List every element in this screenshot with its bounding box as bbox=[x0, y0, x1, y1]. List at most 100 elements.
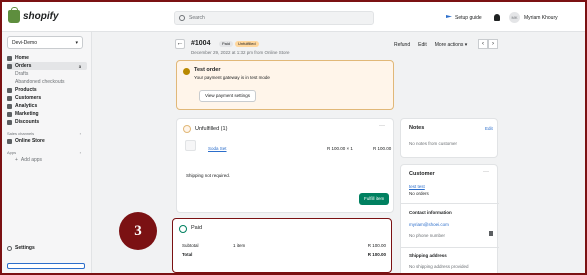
chevron-down-icon: ▾ bbox=[464, 42, 468, 48]
previous-order-button[interactable]: ‹ bbox=[478, 39, 488, 49]
notes-text: No notes from customer bbox=[409, 141, 458, 146]
setup-guide-label: Setup guide bbox=[455, 15, 482, 21]
next-order-button[interactable]: › bbox=[488, 39, 498, 49]
unfulfilled-card: Unfulfilled (1) ··· Soda Set R 100.00 × … bbox=[176, 118, 394, 213]
paid-title: Paid bbox=[191, 225, 203, 231]
status-badge-paid: Paid bbox=[219, 41, 234, 47]
shipping-address-title: Shipping address bbox=[409, 253, 447, 258]
shipping-address-text: No shipping address provided bbox=[409, 264, 469, 269]
more-actions-label: More actions bbox=[434, 42, 464, 48]
copy-icon[interactable] bbox=[489, 231, 493, 236]
search-input[interactable]: Search bbox=[174, 11, 374, 25]
fulfill-item-button[interactable]: Fulfill item bbox=[359, 193, 390, 205]
bar-chart-icon bbox=[7, 103, 12, 109]
sidebar-item-label: Add apps bbox=[20, 157, 43, 163]
chevron-right-icon: › bbox=[79, 131, 81, 136]
test-order-banner: Test order Your payment gateway is in te… bbox=[176, 60, 394, 110]
view-payment-settings-button[interactable]: View payment settings bbox=[199, 90, 256, 102]
sidebar-item-label: Analytics bbox=[15, 103, 38, 109]
test-order-title: Test order bbox=[194, 67, 221, 73]
gear-icon bbox=[7, 245, 12, 251]
subtotal-items: 1 item bbox=[233, 243, 246, 248]
notes-card: Notes Edit No notes from customer bbox=[400, 118, 498, 158]
order-pager: ‹ › bbox=[478, 39, 498, 49]
more-actions-button[interactable]: More actions ▾ bbox=[435, 42, 468, 48]
page-title: #1004 bbox=[191, 40, 211, 47]
edit-button[interactable]: Edit bbox=[418, 42, 427, 48]
shopify-logo[interactable]: shopify bbox=[8, 7, 59, 23]
header-actions: Refund Edit More actions ▾ bbox=[394, 42, 467, 48]
chevron-right-icon: › bbox=[79, 150, 81, 155]
sidebar-item-marketing[interactable]: Marketing bbox=[7, 110, 87, 118]
section-label: Sales channels bbox=[7, 131, 35, 136]
chevron-down-icon: ▾ bbox=[75, 39, 78, 46]
avatar[interactable]: MK bbox=[509, 12, 520, 23]
sidebar-item-label: Settings bbox=[15, 245, 35, 251]
store-name: Devi-Demo bbox=[12, 39, 38, 46]
sales-channels-header[interactable]: Sales channels › bbox=[7, 130, 87, 137]
plus-icon: + bbox=[15, 157, 18, 163]
user-name[interactable]: Myriam Khoury bbox=[524, 15, 558, 21]
store-selector[interactable]: Devi-Demo ▾ bbox=[7, 36, 83, 49]
apps-header[interactable]: Apps › bbox=[7, 149, 87, 156]
subtotal-label: Subtotal bbox=[182, 243, 199, 248]
order-header: ← #1004 Paid Unfulfilled December 29, 20… bbox=[172, 37, 502, 61]
section-label: Apps bbox=[7, 150, 17, 155]
sidebar-item-label: Orders bbox=[15, 63, 32, 69]
flag-icon bbox=[446, 15, 452, 18]
sidebar-item-label: Home bbox=[15, 55, 29, 61]
sidebar-item-online-store[interactable]: Online Store bbox=[7, 137, 87, 145]
subtotal-value: R 100.00 bbox=[367, 243, 386, 248]
chevron-left-icon: ‹ bbox=[482, 41, 484, 47]
more-options-icon[interactable]: ··· bbox=[483, 169, 489, 175]
status-badge-unfulfilled: Unfulfilled bbox=[235, 41, 259, 47]
step-number-marker: 3 bbox=[119, 212, 157, 250]
paid-card: Paid Subtotal 1 item R 100.00 Total R 10… bbox=[172, 218, 392, 273]
unfulfilled-icon bbox=[183, 125, 191, 133]
sidebar-item-label: Marketing bbox=[15, 111, 39, 117]
product-line-total: R 100.00 bbox=[373, 146, 392, 151]
customer-name-link[interactable]: test test bbox=[409, 184, 425, 189]
test-order-description: Your payment gateway is in test mode bbox=[194, 75, 270, 80]
setup-guide-button[interactable]: Setup guide bbox=[446, 15, 482, 21]
sidebar-item-orders[interactable]: Orders 3 bbox=[7, 62, 87, 70]
sidebar-item-label: Discounts bbox=[15, 119, 40, 125]
target-icon bbox=[7, 111, 12, 117]
orders-count-badge: 3 bbox=[78, 63, 81, 69]
notes-edit-link[interactable]: Edit bbox=[485, 126, 493, 131]
sidebar-item-products[interactable]: Products bbox=[7, 86, 87, 94]
sidebar-item-add-apps[interactable]: + Add apps bbox=[7, 156, 87, 164]
notes-title: Notes bbox=[409, 125, 425, 131]
bell-icon[interactable] bbox=[494, 14, 500, 21]
home-icon bbox=[7, 55, 12, 61]
shipping-note: Shipping not required. bbox=[186, 173, 231, 178]
sidebar-item-customers[interactable]: Customers bbox=[7, 94, 87, 102]
customer-email-link[interactable]: myriam@shoei.com bbox=[409, 222, 449, 227]
total-label: Total bbox=[182, 252, 193, 257]
search-placeholder: Search bbox=[189, 15, 205, 21]
warning-icon bbox=[183, 68, 190, 75]
sidebar-item-analytics[interactable]: Analytics bbox=[7, 102, 87, 110]
sidebar-item-home[interactable]: Home bbox=[7, 54, 87, 62]
customer-orders: No orders bbox=[409, 191, 429, 196]
logo-text: shopify bbox=[23, 11, 59, 22]
sidebar-item-label: Products bbox=[15, 87, 37, 93]
total-value: R 100.00 bbox=[367, 252, 386, 257]
person-icon bbox=[7, 95, 12, 101]
product-link[interactable]: Soda Set bbox=[208, 146, 227, 151]
customer-card: Customer ··· test test No orders Contact… bbox=[400, 164, 499, 273]
product-thumbnail[interactable] bbox=[185, 140, 196, 151]
divider bbox=[401, 247, 499, 248]
store-icon bbox=[7, 138, 12, 144]
sidebar-item-settings[interactable]: Settings bbox=[7, 245, 35, 251]
sidebar-item-label: Abandoned checkouts bbox=[15, 79, 65, 85]
customer-title: Customer bbox=[409, 171, 435, 177]
refund-button[interactable]: Refund bbox=[394, 42, 410, 48]
more-options-icon[interactable]: ··· bbox=[379, 123, 385, 129]
sidebar-item-abandoned-checkouts[interactable]: Abandoned checkouts bbox=[7, 78, 87, 86]
back-button[interactable]: ← bbox=[175, 39, 185, 49]
sidebar-item-label: Customers bbox=[15, 95, 42, 101]
unfulfilled-title: Unfulfilled (1) bbox=[195, 126, 228, 132]
sidebar-item-discounts[interactable]: Discounts bbox=[7, 118, 87, 126]
sidebar-item-drafts[interactable]: Drafts bbox=[7, 70, 87, 78]
